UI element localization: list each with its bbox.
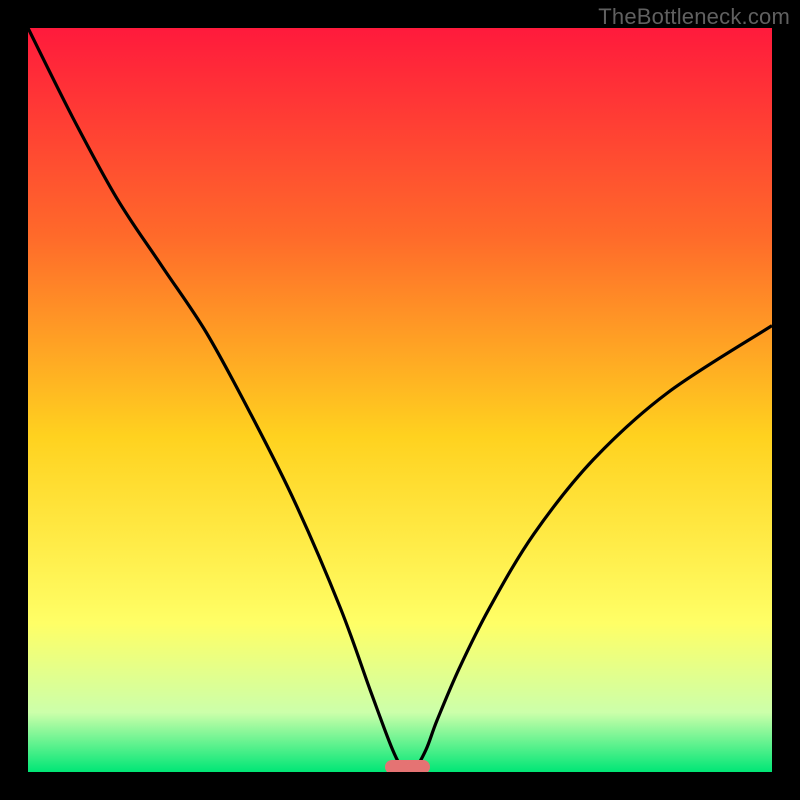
bottleneck-curve <box>28 28 772 771</box>
optimum-marker <box>385 760 430 772</box>
attribution-text: TheBottleneck.com <box>598 4 790 30</box>
chart-frame: TheBottleneck.com <box>0 0 800 800</box>
plot-svg <box>28 28 772 772</box>
plot-area <box>28 28 772 772</box>
gradient-background <box>28 28 772 772</box>
